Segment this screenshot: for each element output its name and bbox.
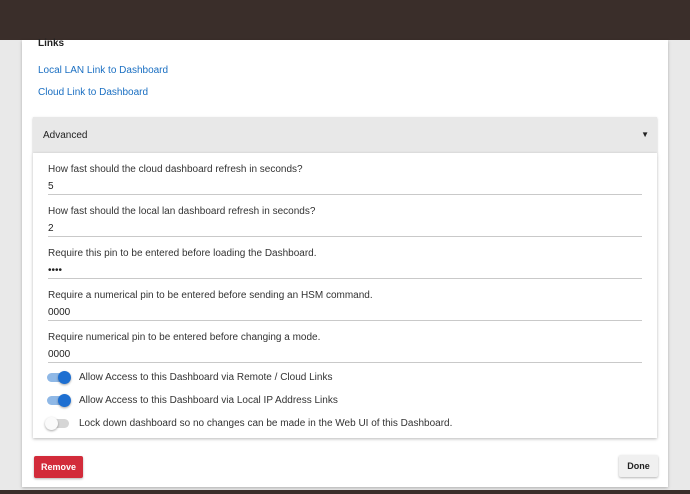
advanced-section-body: How fast should the cloud dashboard refr… [33, 153, 657, 438]
dashboard-settings-card: Links Local LAN Link to Dashboard Cloud … [22, 38, 668, 487]
remove-button[interactable]: Remove [34, 456, 83, 478]
mode-pin-label: Require numerical pin to be entered befo… [48, 332, 321, 343]
lock-down-toggle[interactable] [45, 416, 69, 430]
done-button[interactable]: Done [619, 455, 658, 477]
cloud-refresh-input[interactable] [48, 179, 642, 195]
lock-down-toggle-row: Lock down dashboard so no changes can be… [45, 416, 647, 431]
hsm-pin-input[interactable] [48, 305, 642, 321]
toggle-knob [58, 370, 71, 384]
cloud-refresh-label: How fast should the cloud dashboard refr… [48, 164, 303, 175]
remote-access-toggle[interactable] [47, 370, 71, 384]
lock-down-label: Lock down dashboard so no changes can be… [79, 418, 453, 429]
advanced-section-title: Advanced [43, 130, 88, 141]
chevron-down-icon: ▼ [641, 130, 649, 139]
mode-pin-field: Require numerical pin to be entered befo… [48, 332, 642, 363]
cloud-link[interactable]: Cloud Link to Dashboard [38, 87, 148, 98]
local-refresh-field: How fast should the local lan dashboard … [48, 206, 642, 237]
top-app-bar [0, 0, 690, 40]
advanced-section-header[interactable]: Advanced ▼ [33, 117, 657, 153]
local-ip-access-toggle-row: Allow Access to this Dashboard via Local… [47, 393, 647, 408]
mode-pin-input[interactable] [48, 347, 642, 363]
remote-access-label: Allow Access to this Dashboard via Remot… [79, 372, 333, 383]
cloud-refresh-field: How fast should the cloud dashboard refr… [48, 164, 642, 195]
local-ip-access-label: Allow Access to this Dashboard via Local… [79, 395, 338, 406]
links-heading: Links [38, 38, 65, 49]
local-lan-link[interactable]: Local LAN Link to Dashboard [38, 65, 168, 76]
local-refresh-input[interactable] [48, 221, 642, 237]
remote-access-toggle-row: Allow Access to this Dashboard via Remot… [47, 370, 647, 385]
dashboard-pin-field: Require this pin to be entered before lo… [48, 248, 642, 279]
local-ip-access-toggle[interactable] [47, 393, 71, 407]
hsm-pin-label: Require a numerical pin to be entered be… [48, 290, 373, 301]
toggle-knob [58, 393, 71, 407]
hsm-pin-field: Require a numerical pin to be entered be… [48, 290, 642, 321]
dashboard-pin-label: Require this pin to be entered before lo… [48, 248, 317, 259]
toggle-knob [45, 416, 58, 430]
bottom-bar [0, 490, 690, 494]
dashboard-pin-input[interactable] [48, 263, 642, 279]
local-refresh-label: How fast should the local lan dashboard … [48, 206, 316, 217]
